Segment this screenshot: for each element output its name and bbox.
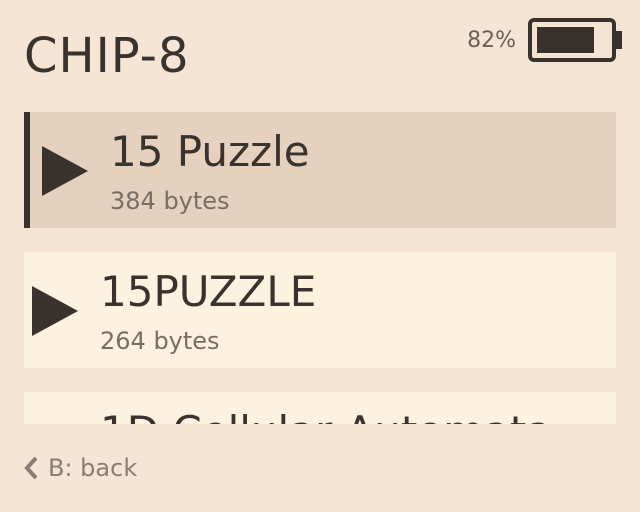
rom-name: 1D Cellular Automata [100,406,552,424]
rom-list-item[interactable]: 15PUZZLE 264 bytes [24,252,616,368]
battery-status: 82% [467,18,624,62]
play-icon [42,146,88,196]
rom-size: 264 bytes [100,327,220,355]
battery-percentage: 82% [467,27,516,53]
rom-size: 384 bytes [110,187,230,215]
back-hint-text: B: back [48,454,138,482]
screen: CHIP-8 82% 15 Puzzle 384 bytes 15PUZZLE … [0,0,640,512]
battery-fill [537,27,594,53]
chevron-left-icon [24,456,38,480]
rom-list[interactable]: 15 Puzzle 384 bytes 15PUZZLE 264 bytes 1… [24,112,616,424]
page-title: CHIP-8 [24,28,190,84]
rom-list-item[interactable]: 1D Cellular Automata [24,392,616,424]
battery-icon [528,18,622,62]
play-icon [32,286,78,336]
footer-hint: B: back [24,448,137,488]
rom-list-item[interactable]: 15 Puzzle 384 bytes [24,112,616,228]
rom-name: 15PUZZLE [100,267,317,316]
rom-name: 15 Puzzle [110,127,310,176]
